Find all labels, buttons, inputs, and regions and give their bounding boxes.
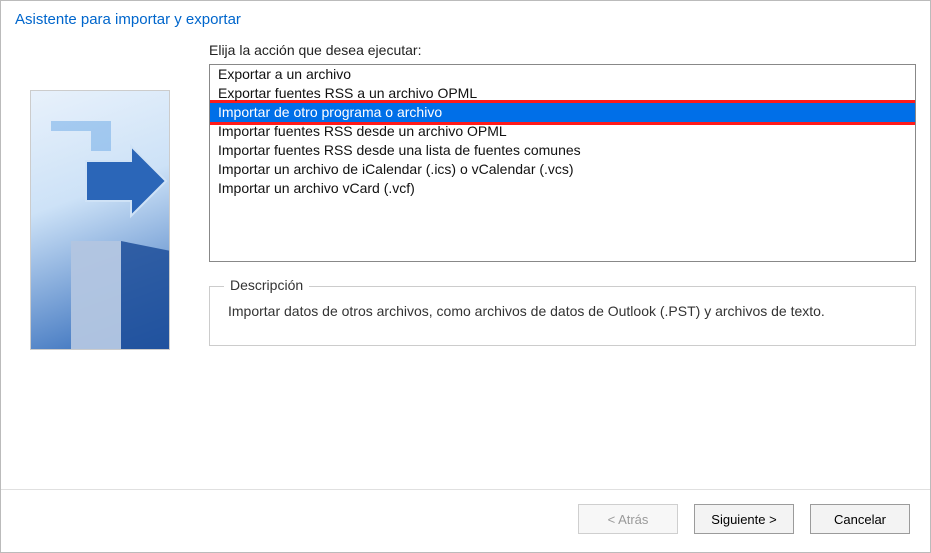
description-legend: Descripción xyxy=(224,277,309,293)
description-fieldset: Descripción Importar datos de otros arch… xyxy=(209,286,916,346)
main-column: Elija la acción que desea ejecutar: Expo… xyxy=(209,42,916,481)
prompt-label: Elija la acción que desea ejecutar: xyxy=(209,42,916,58)
action-item[interactable]: Importar fuentes RSS desde una lista de … xyxy=(210,141,915,160)
action-item[interactable]: Exportar a un archivo xyxy=(210,65,915,84)
button-row: < Atrás Siguiente > Cancelar xyxy=(1,489,930,552)
dialog-title: Asistente para importar y exportar xyxy=(1,1,930,42)
wizard-image-column xyxy=(15,42,185,481)
action-listbox[interactable]: Exportar a un archivo Exportar fuentes R… xyxy=(209,64,916,262)
back-button[interactable]: < Atrás xyxy=(578,504,678,534)
wizard-decorative-image xyxy=(30,90,170,350)
next-button[interactable]: Siguiente > xyxy=(694,504,794,534)
description-text: Importar datos de otros archivos, como a… xyxy=(228,301,897,321)
wizard-dialog: Asistente para importar y exportar Elija… xyxy=(0,0,931,553)
dialog-content: Elija la acción que desea ejecutar: Expo… xyxy=(1,42,930,489)
cancel-button[interactable]: Cancelar xyxy=(810,504,910,534)
action-item[interactable]: Importar un archivo de iCalendar (.ics) … xyxy=(210,160,915,179)
action-item[interactable]: Importar un archivo vCard (.vcf) xyxy=(210,179,915,198)
action-item[interactable]: Importar fuentes RSS desde un archivo OP… xyxy=(210,122,915,141)
